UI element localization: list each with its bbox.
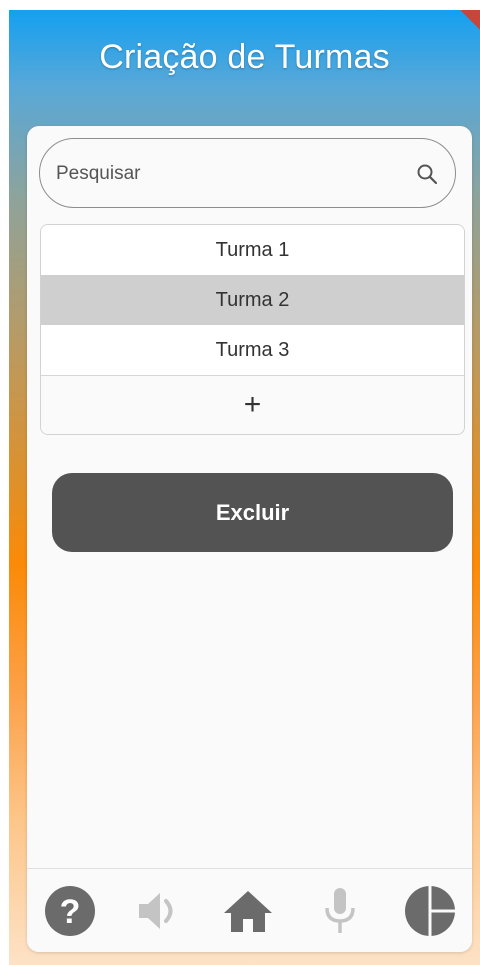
list-item-turma-1[interactable]: Turma 1 xyxy=(41,225,464,275)
main-card: Turma 1 Turma 2 Turma 3 + Excluir ? xyxy=(27,126,472,952)
delete-button[interactable]: Excluir xyxy=(52,473,453,552)
home-button[interactable] xyxy=(222,885,274,937)
help-icon: ? xyxy=(45,886,95,936)
search-icon[interactable] xyxy=(415,162,439,186)
search-input[interactable] xyxy=(54,139,398,209)
svg-text:?: ? xyxy=(60,893,81,931)
add-turma-button[interactable]: + xyxy=(41,375,464,434)
home-icon xyxy=(224,891,272,932)
bottom-nav-bar: ? xyxy=(27,868,472,952)
microphone-button[interactable] xyxy=(314,885,366,937)
volume-icon xyxy=(139,893,173,929)
volume-button[interactable] xyxy=(133,885,185,937)
turma-list: Turma 1 Turma 2 Turma 3 + xyxy=(40,224,465,435)
search-bar xyxy=(39,138,456,209)
help-button[interactable]: ? xyxy=(44,885,96,937)
page-title: Criação de Turmas xyxy=(99,38,390,76)
pie-chart-icon xyxy=(405,886,455,936)
stats-button[interactable] xyxy=(404,885,456,937)
list-item-turma-3[interactable]: Turma 3 xyxy=(41,325,464,375)
list-item-turma-2[interactable]: Turma 2 xyxy=(41,275,464,325)
microphone-icon xyxy=(325,888,355,933)
corner-accent xyxy=(460,10,480,30)
